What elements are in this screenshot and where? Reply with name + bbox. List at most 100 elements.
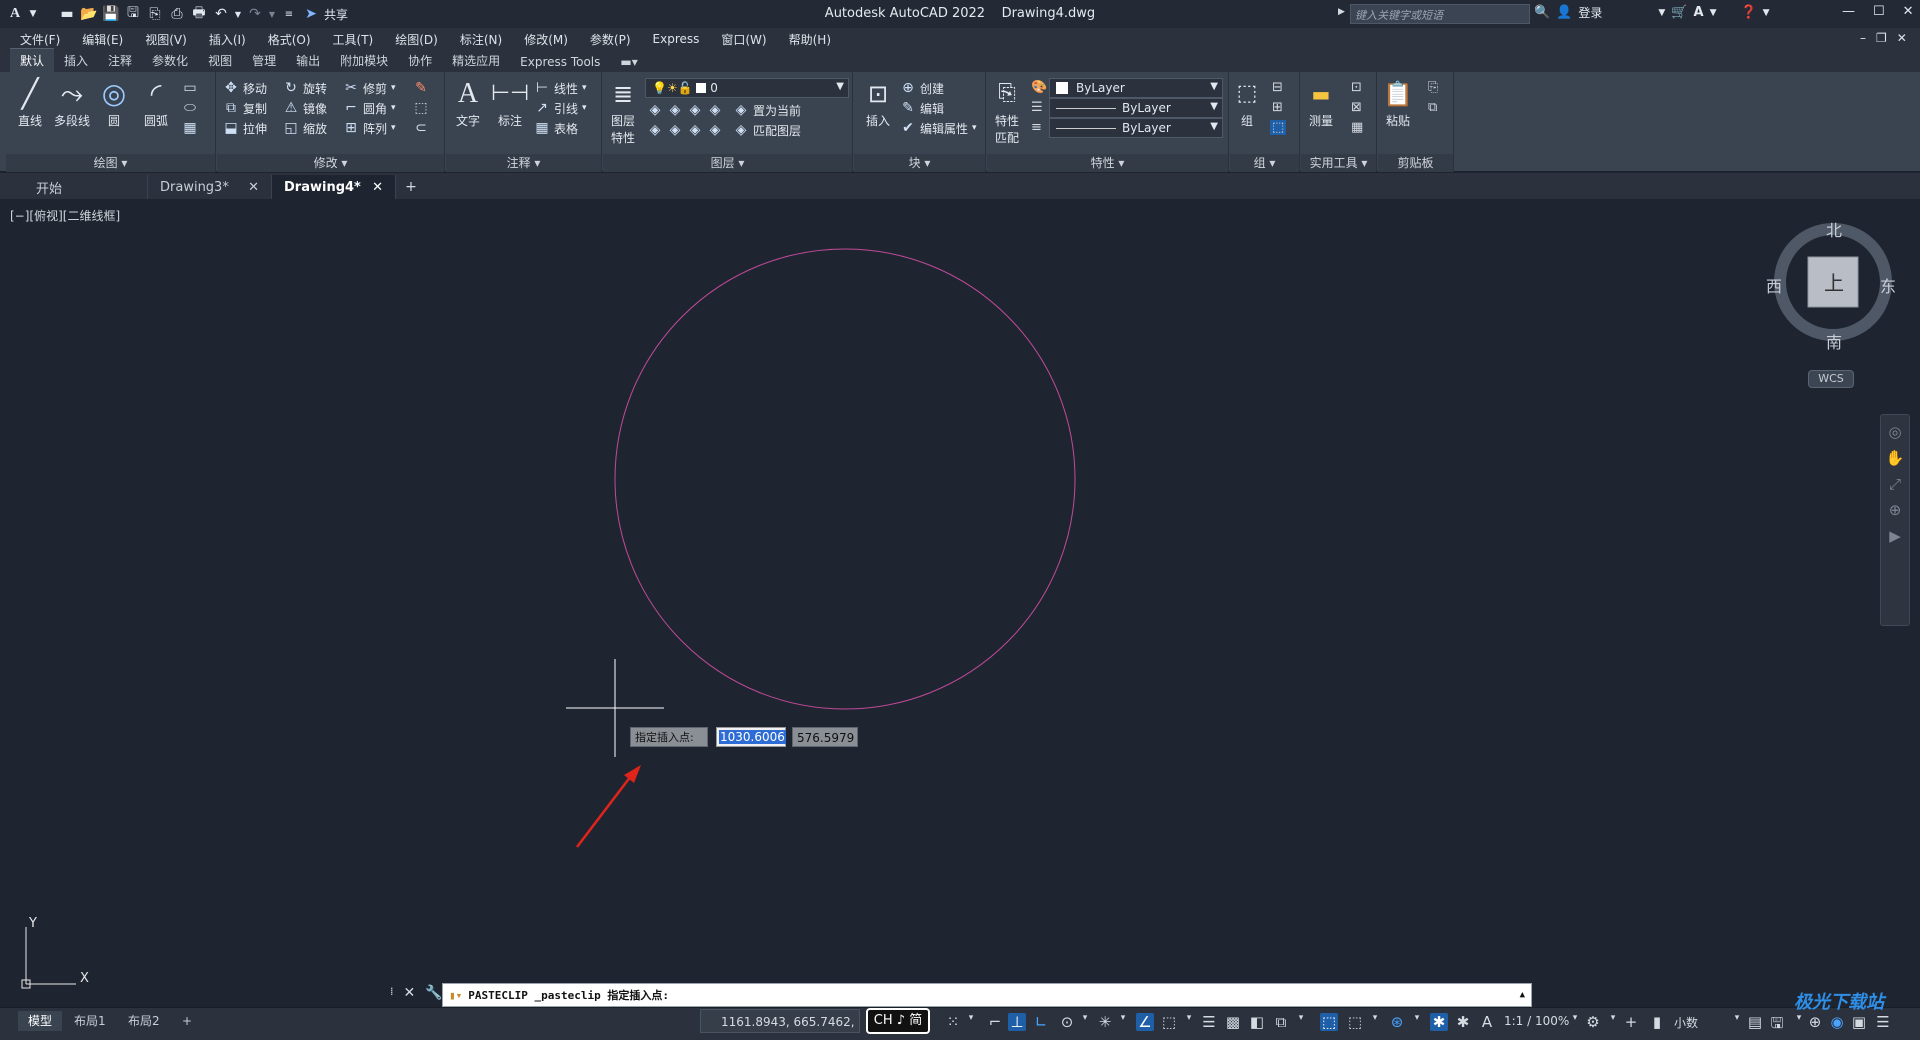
- layer-unisolate-icon[interactable]: ◈: [667, 122, 683, 138]
- doc-tab-drawing3[interactable]: Drawing3* ✕: [148, 175, 272, 199]
- lock-ui-icon[interactable]: 🖫: [1768, 1013, 1786, 1038]
- user-icon[interactable]: 👤: [1556, 5, 1572, 20]
- customize-toolbar-icon[interactable]: ≡: [280, 5, 298, 23]
- panel-layers-label[interactable]: 图层 ▾: [603, 154, 852, 172]
- menu-item-file[interactable]: 文件(F): [20, 31, 60, 48]
- viewcube-east[interactable]: 东: [1880, 273, 1896, 297]
- command-line[interactable]: ▮▾ PASTECLIP _pasteclip 指定插入点: ▲: [442, 983, 1532, 1007]
- 3d-osnap-icon[interactable]: ⧉: [1272, 1013, 1290, 1031]
- isolate-objects-icon[interactable]: ⊕: [1806, 1013, 1824, 1031]
- gizmo-dropdown-icon[interactable]: ▾: [1408, 1013, 1426, 1023]
- menu-item-window[interactable]: 窗口(W): [721, 31, 766, 48]
- quick-properties-icon[interactable]: ▤: [1746, 1013, 1764, 1031]
- layer-dropdown[interactable]: 💡☀🔓 0 ▼: [645, 78, 849, 98]
- ungroup-icon[interactable]: ⊟: [1272, 80, 1283, 95]
- showmotion-icon[interactable]: ▶: [1881, 523, 1909, 549]
- search-expand-icon[interactable]: ▶: [1338, 7, 1345, 17]
- measure-button[interactable]: ▬ 测量: [1303, 76, 1339, 129]
- tab-express-tools[interactable]: Express Tools: [510, 52, 610, 72]
- web-save-icon[interactable]: ⎙: [168, 5, 186, 23]
- maximize-icon[interactable]: ☐: [1873, 4, 1885, 19]
- menu-item-modify[interactable]: 修改(M): [524, 31, 568, 48]
- dynamic-ucs-icon[interactable]: ⬚: [1320, 1013, 1338, 1031]
- doc-restore-icon[interactable]: ❐: [1876, 31, 1887, 45]
- fillet-dropdown-icon[interactable]: ▾: [391, 103, 396, 113]
- open-folder-icon[interactable]: 📂: [80, 5, 98, 23]
- match-properties-button[interactable]: ⎘ 特性 匹配: [989, 76, 1025, 146]
- rectangle-button[interactable]: ▭: [182, 78, 198, 98]
- menu-item-parametric[interactable]: 参数(P): [590, 31, 631, 48]
- color-dropdown[interactable]: ByLayer ▼: [1049, 78, 1223, 98]
- edit-attributes-button[interactable]: ✔ 编辑属性 ▾: [900, 118, 977, 138]
- panel-properties-label[interactable]: 特性 ▾: [987, 154, 1228, 172]
- erase-button[interactable]: ✎: [413, 78, 429, 98]
- redo-dropdown-icon[interactable]: ▼: [268, 5, 276, 23]
- stretch-button[interactable]: ⬓ 拉伸: [223, 118, 267, 138]
- new-tab-icon[interactable]: +: [396, 175, 426, 199]
- new-file-icon[interactable]: ▬: [58, 5, 76, 23]
- tab-collaborate[interactable]: 协作: [398, 49, 442, 72]
- menu-item-draw[interactable]: 绘图(D): [395, 31, 438, 48]
- annotation-visibility-icon[interactable]: ✱: [1430, 1013, 1448, 1031]
- hatch-button[interactable]: ▦: [182, 118, 198, 138]
- clean-screen-icon[interactable]: ▣: [1850, 1013, 1868, 1031]
- lineweight-toggle-icon[interactable]: ☰: [1200, 1013, 1218, 1031]
- array-button[interactable]: ⊞ 阵列 ▾: [343, 118, 395, 138]
- close-tab-icon[interactable]: ✕: [372, 180, 383, 195]
- coordinate-readout[interactable]: 1161.8943, 665.7462, 0.0000: [700, 1009, 860, 1040]
- text-button[interactable]: A 文字: [448, 76, 488, 129]
- object-tracking-icon[interactable]: ∠: [1136, 1013, 1154, 1031]
- doc-tab-start[interactable]: 开始: [24, 175, 148, 199]
- command-history-icon[interactable]: ▮▾: [449, 989, 462, 1002]
- rotate-button[interactable]: ↻ 旋转: [283, 78, 327, 98]
- make-current-button[interactable]: ◈ 置为当前: [733, 100, 801, 120]
- copy-clip-icon[interactable]: ⧉: [1428, 100, 1437, 115]
- help-dropdown-icon[interactable]: ▼: [1763, 8, 1770, 18]
- mirror-button[interactable]: ⚠ 镜像: [283, 98, 327, 118]
- selection-cycling-icon[interactable]: ◧: [1248, 1013, 1266, 1031]
- lineweight-dropdown[interactable]: ByLayer ▼: [1049, 118, 1223, 138]
- doc-tab-drawing4[interactable]: Drawing4* ✕: [272, 175, 396, 199]
- ime-indicator[interactable]: CH ♪ 简: [866, 1008, 930, 1034]
- group-edit-icon[interactable]: ⊞: [1272, 100, 1283, 115]
- add-layout-icon[interactable]: +: [172, 1011, 202, 1031]
- pan-icon[interactable]: ✋: [1881, 445, 1909, 471]
- annotation-scale-icon[interactable]: A: [1478, 1013, 1496, 1031]
- save-icon[interactable]: 💾: [102, 5, 120, 23]
- polyline-button[interactable]: ⤳ 多段线: [52, 76, 92, 129]
- edit-block-button[interactable]: ✎ 编辑: [900, 98, 944, 118]
- circle-button[interactable]: ◎ 圆: [94, 76, 134, 129]
- workspace-gear-icon[interactable]: ⚙: [1584, 1013, 1602, 1031]
- command-grip-icon[interactable]: ⁞: [390, 985, 394, 1001]
- table-button[interactable]: ▦ 表格: [534, 118, 578, 138]
- panel-block-label[interactable]: 块 ▾: [854, 154, 985, 172]
- auto-scale-icon[interactable]: ✱: [1454, 1013, 1472, 1031]
- drawn-circle[interactable]: [614, 248, 1076, 710]
- command-expand-icon[interactable]: ▲: [1520, 990, 1525, 1000]
- dynamic-input-y[interactable]: 576.5979: [792, 727, 858, 747]
- menu-item-express[interactable]: Express: [653, 32, 700, 46]
- ribbon-display-toggle-icon[interactable]: ▬▾: [610, 52, 647, 72]
- group-select-icon[interactable]: ⬚: [1270, 120, 1287, 135]
- layer-freeze-icon[interactable]: ◈: [687, 102, 703, 118]
- quick-select-icon[interactable]: ⊡: [1351, 80, 1362, 95]
- search-icon[interactable]: 🔍: [1534, 5, 1550, 20]
- isodraft-dropdown-icon[interactable]: ▾: [1114, 1013, 1132, 1023]
- viewcube-top[interactable]: 上: [1824, 267, 1844, 296]
- paste-button[interactable]: 📋 粘贴: [1380, 76, 1416, 129]
- panel-modify-label[interactable]: 修改 ▾: [217, 154, 444, 172]
- ortho-icon[interactable]: ∟: [1032, 1013, 1050, 1031]
- layer-on-icon[interactable]: ◈: [647, 122, 663, 138]
- ellipse-button[interactable]: ⬭: [182, 98, 198, 118]
- viewcube-south[interactable]: 南: [1826, 329, 1842, 353]
- annotation-monitor-icon[interactable]: +: [1622, 1013, 1640, 1031]
- tab-addins[interactable]: 附加模块: [330, 49, 398, 72]
- calculator-icon[interactable]: ▦: [1351, 120, 1363, 135]
- doc-close-icon[interactable]: ✕: [1897, 31, 1907, 45]
- workspace-dropdown-icon[interactable]: ▾: [1604, 1013, 1622, 1023]
- leader-button[interactable]: ↗ 引线 ▾: [534, 98, 586, 118]
- tab-view[interactable]: 视图: [198, 49, 242, 72]
- edit-attributes-dropdown-icon[interactable]: ▾: [972, 123, 977, 133]
- trim-dropdown-icon[interactable]: ▾: [391, 83, 396, 93]
- gizmo-icon[interactable]: ⊛: [1388, 1013, 1406, 1031]
